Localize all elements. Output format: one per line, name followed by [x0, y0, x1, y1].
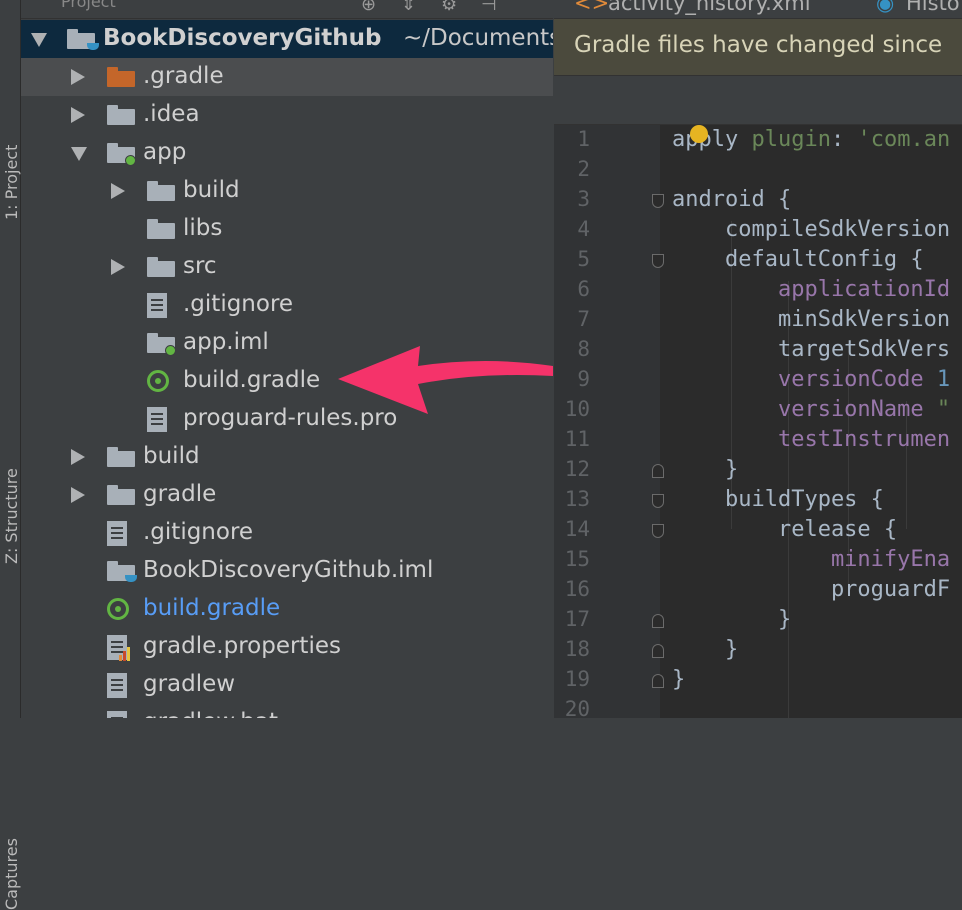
tab-captures-label: Captures: [2, 838, 21, 910]
arrow-shape: [338, 346, 553, 414]
pointer-arrow-annotation: [338, 346, 553, 414]
